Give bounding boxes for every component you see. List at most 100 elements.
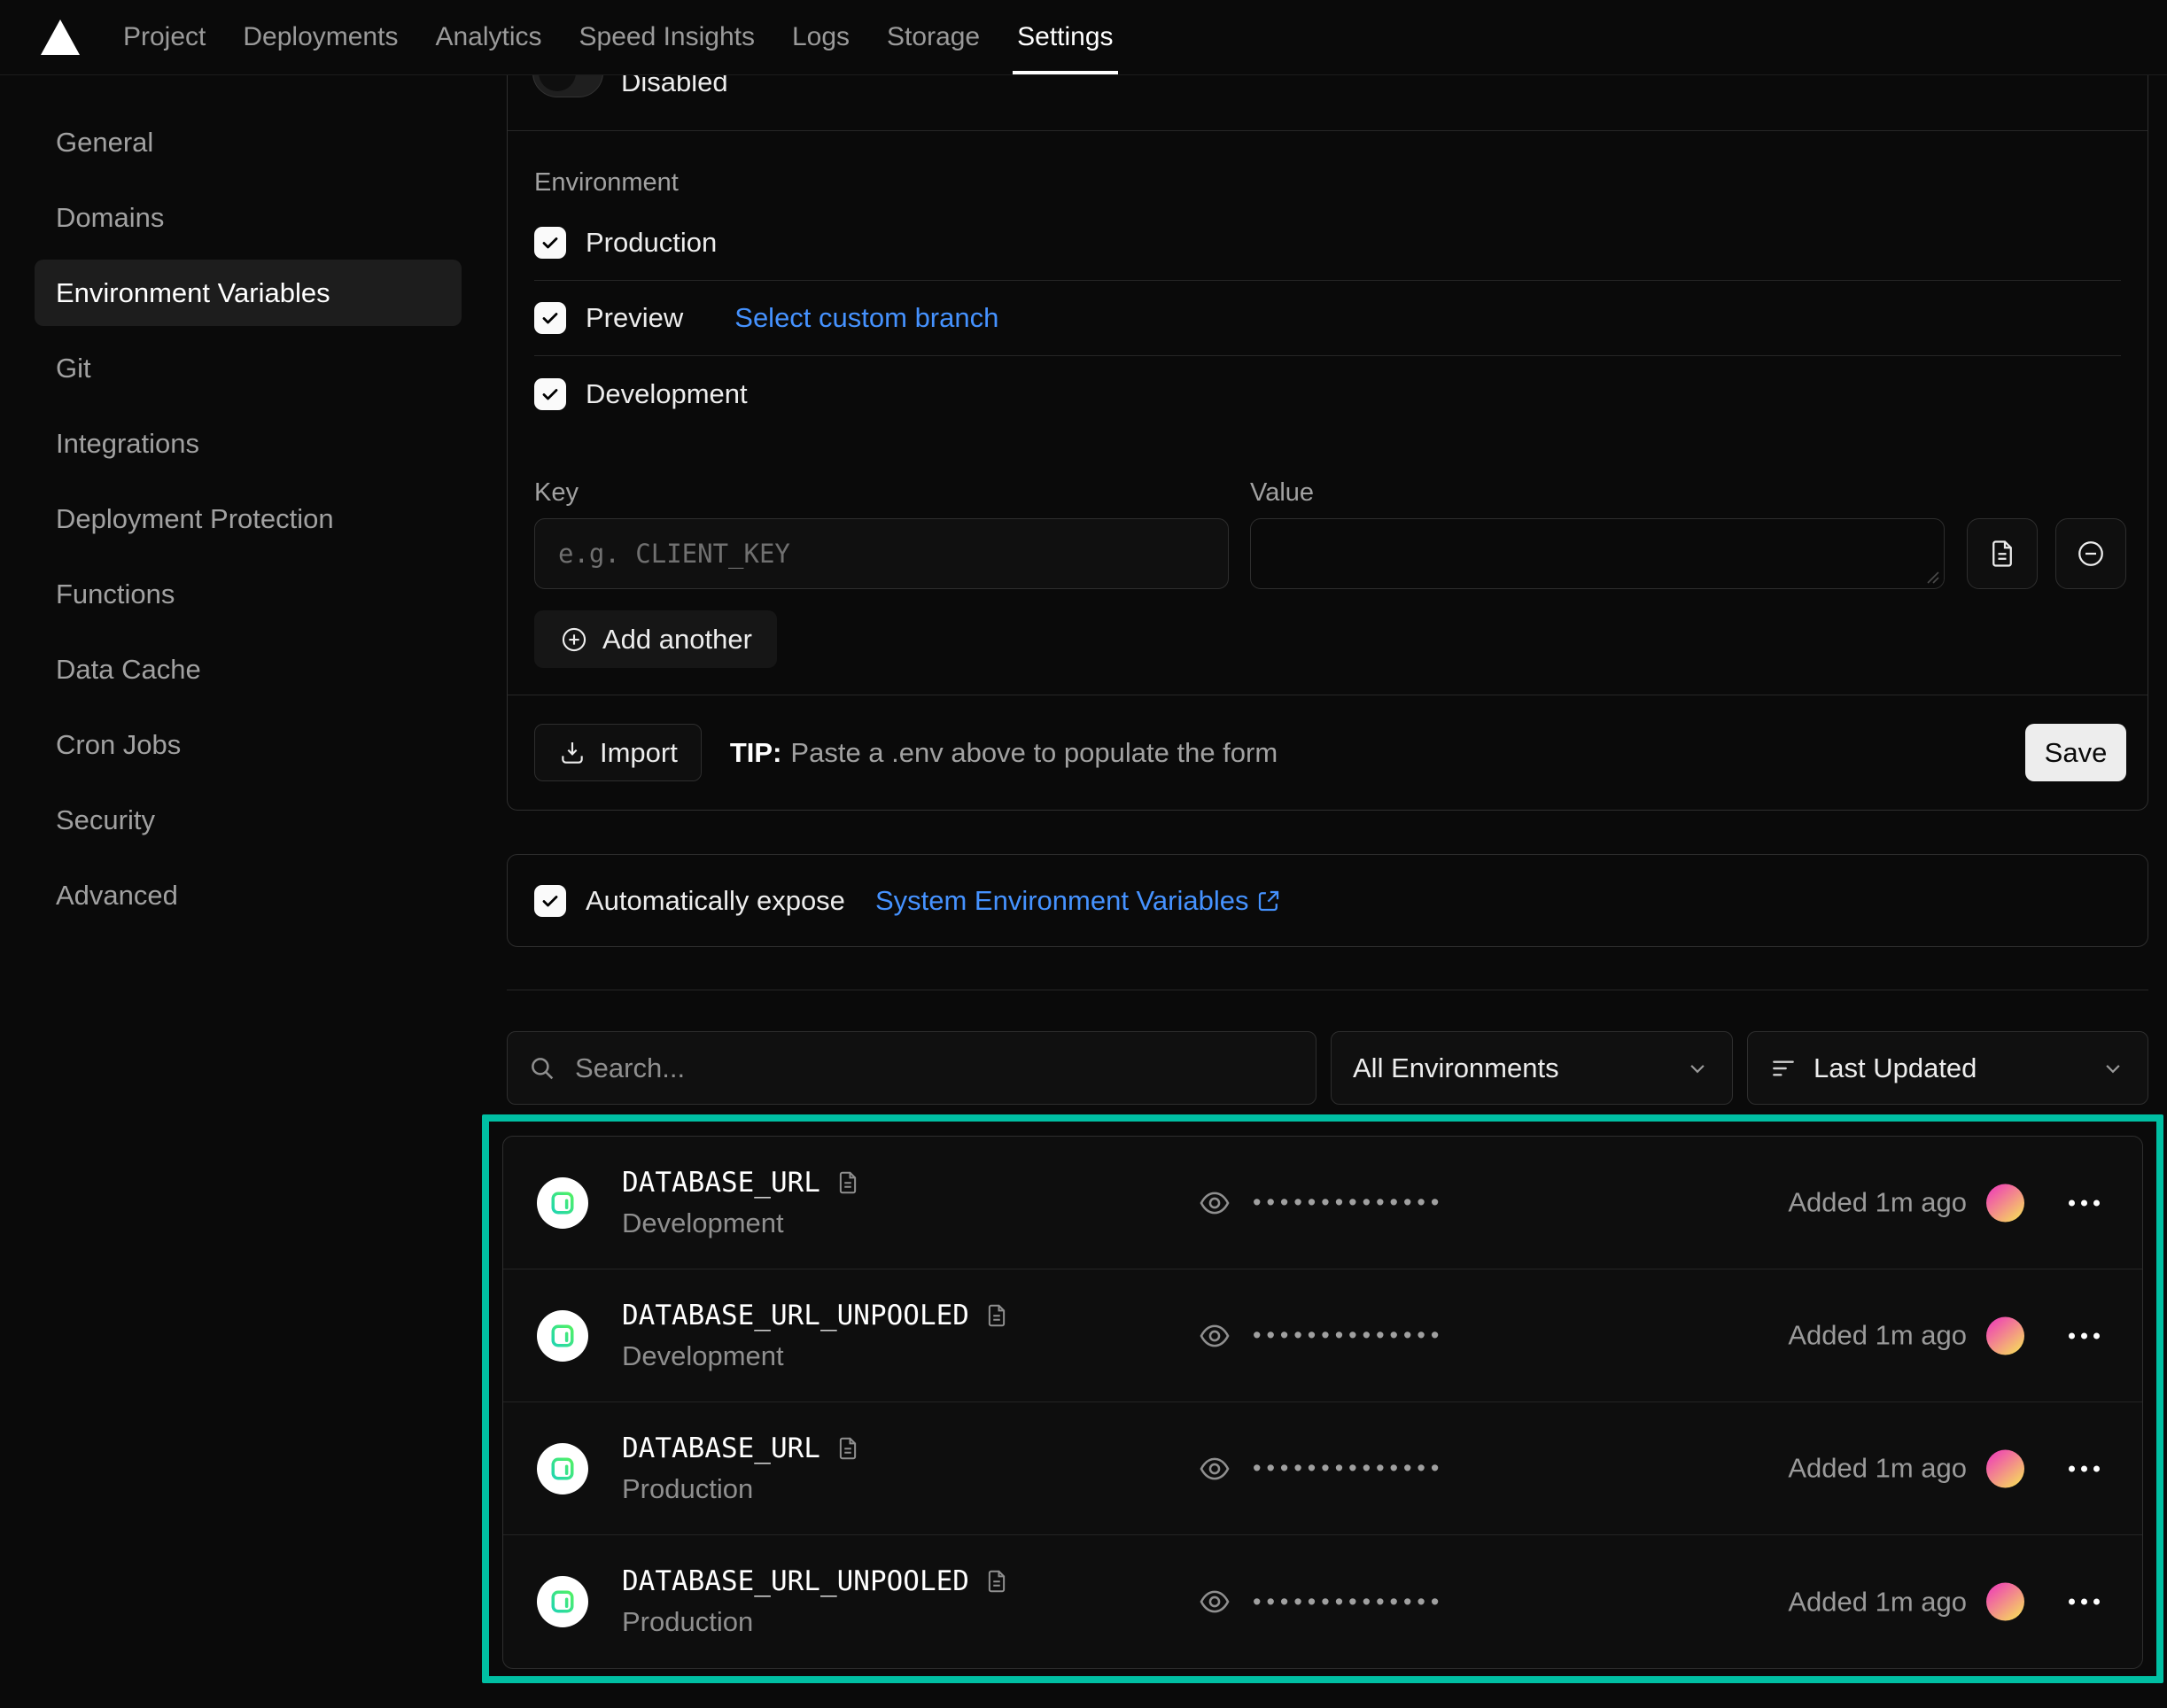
search-box [507, 1031, 1317, 1105]
sidebar-item-label: Cron Jobs [56, 729, 181, 761]
system-env-vars-link[interactable]: System Environment Variables [875, 885, 1283, 917]
nav-tab-label: Speed Insights [579, 22, 755, 52]
nav-tab-label: Logs [792, 22, 850, 52]
masked-value: •••••••••••••• [1253, 1455, 1444, 1482]
main-content: Disabled Environment Production Preview … [507, 75, 2148, 1683]
env-var-environment: Production [622, 1606, 1010, 1638]
environment-option-row: Production [534, 206, 2121, 281]
sidebar-item-label: Domains [56, 202, 164, 234]
env-var-row[interactable]: DATABASE_URL_UNPOOLED Development ••••••… [503, 1269, 2142, 1402]
sidebar-item-label: General [56, 127, 153, 159]
sidebar-item[interactable]: Cron Jobs [35, 711, 462, 778]
nav-tab-label: Deployments [243, 22, 398, 52]
env-var-row[interactable]: DATABASE_URL Development •••••••••••••• [503, 1137, 2142, 1269]
import-download-icon [558, 739, 586, 767]
search-icon [527, 1053, 557, 1083]
expose-system-env-card: Automatically expose System Environment … [507, 854, 2148, 947]
sort-value: Last Updated [1814, 1052, 1977, 1084]
eye-icon[interactable] [1198, 1452, 1231, 1486]
eye-icon[interactable] [1198, 1585, 1231, 1619]
row-menu-button[interactable] [2069, 1332, 2100, 1339]
key-input[interactable] [534, 518, 1229, 589]
environment-options: Production Preview Select custom branch … [534, 206, 2121, 431]
row-menu-button[interactable] [2069, 1599, 2100, 1605]
key-value-area: Key Value [508, 477, 2148, 589]
env-var-row[interactable]: DATABASE_URL_UNPOOLED Production •••••••… [503, 1535, 2142, 1668]
value-input[interactable] [1250, 518, 1945, 589]
import-button[interactable]: Import [534, 724, 702, 781]
added-timestamp: Added 1m ago [1788, 1187, 1967, 1219]
environment-filter-value: All Environments [1353, 1052, 1559, 1084]
env-var-environment: Development [622, 1207, 861, 1239]
sidebar-item[interactable]: Environment Variables [35, 260, 462, 326]
environment-option-row: Preview Select custom branch [534, 281, 2121, 356]
save-button[interactable]: Save [2025, 724, 2126, 781]
sidebar-item[interactable]: Security [35, 787, 462, 853]
highlight-box: DATABASE_URL Development •••••••••••••• [482, 1114, 2163, 1683]
neon-integration-icon [537, 1576, 588, 1627]
masked-value: •••••••••••••• [1253, 1189, 1444, 1216]
top-nav: Project Deployments Analytics Speed Insi… [0, 0, 2167, 75]
nav-tab[interactable]: Speed Insights [563, 0, 772, 74]
env-var-environment: Development [622, 1340, 1010, 1372]
import-label: Import [600, 737, 678, 769]
nav-tab-label: Storage [887, 22, 980, 52]
checkbox-checked[interactable] [534, 378, 566, 410]
sidebar-item-label: Environment Variables [56, 277, 330, 309]
nav-tab[interactable]: Project [106, 0, 222, 74]
environment-filter-dropdown[interactable]: All Environments [1331, 1031, 1733, 1105]
environment-option-label: Production [586, 227, 717, 259]
environment-section: Environment Production Preview Select cu… [508, 131, 2148, 431]
editor-footer: Import TIP:Paste a .env above to populat… [508, 695, 2148, 810]
nav-tab[interactable]: Settings [1000, 0, 1130, 74]
chevron-down-icon [1684, 1055, 1711, 1082]
select-custom-branch-link[interactable]: Select custom branch [734, 302, 998, 334]
plus-circle-icon [559, 625, 589, 655]
sidebar-item[interactable]: Git [35, 335, 462, 401]
env-var-row[interactable]: DATABASE_URL Production •••••••••••••• [503, 1402, 2142, 1535]
nav-tab[interactable]: Analytics [418, 0, 558, 74]
add-another-button[interactable]: Add another [534, 610, 777, 668]
sidebar-item[interactable]: Deployment Protection [35, 485, 462, 552]
nav-tab-label: Project [123, 22, 206, 52]
env-var-name: DATABASE_URL [622, 1432, 820, 1464]
nav-tab[interactable]: Logs [775, 0, 866, 74]
environment-option-label: Preview [586, 302, 683, 334]
value-label: Value [1250, 477, 1314, 508]
sidebar-item[interactable]: Functions [35, 561, 462, 627]
sidebar-item[interactable]: Domains [35, 184, 462, 251]
paste-env-button[interactable] [1967, 518, 2038, 589]
user-avatar [1986, 1449, 2024, 1487]
sort-dropdown[interactable]: Last Updated [1747, 1031, 2148, 1105]
row-menu-button[interactable] [2069, 1199, 2100, 1206]
sidebar-item[interactable]: Data Cache [35, 636, 462, 703]
settings-sidebar: General Domains Environment Variables Gi… [0, 75, 496, 937]
tip-text: TIP:Paste a .env above to populate the f… [730, 737, 1278, 769]
sidebar-item[interactable]: Integrations [35, 410, 462, 477]
remove-row-button[interactable] [2055, 518, 2126, 589]
sidebar-item[interactable]: Advanced [35, 862, 462, 928]
user-avatar [1986, 1583, 2024, 1621]
row-menu-button[interactable] [2069, 1465, 2100, 1471]
eye-icon[interactable] [1198, 1186, 1231, 1220]
nav-tab[interactable]: Storage [870, 0, 997, 74]
env-var-name: DATABASE_URL_UNPOOLED [622, 1565, 969, 1597]
env-var-environment: Production [622, 1473, 861, 1505]
resize-grip-icon[interactable] [1924, 569, 1940, 585]
sidebar-item[interactable]: General [35, 109, 462, 175]
expose-checkbox-checked[interactable] [534, 885, 566, 917]
added-timestamp: Added 1m ago [1788, 1586, 1967, 1618]
chevron-down-icon [2100, 1055, 2126, 1082]
added-timestamp: Added 1m ago [1788, 1453, 1967, 1485]
search-input[interactable] [575, 1052, 1296, 1084]
vercel-logo-icon[interactable] [39, 18, 82, 57]
eye-icon[interactable] [1198, 1319, 1231, 1353]
sidebar-item-label: Functions [56, 578, 175, 610]
environment-option-row: Development [534, 356, 2121, 431]
checkbox-checked[interactable] [534, 227, 566, 259]
neon-integration-icon [537, 1310, 588, 1362]
nav-tab[interactable]: Deployments [226, 0, 415, 74]
value-input-wrap [1250, 518, 1945, 589]
checkbox-checked[interactable] [534, 302, 566, 334]
toggle-row: Disabled [508, 75, 2148, 130]
